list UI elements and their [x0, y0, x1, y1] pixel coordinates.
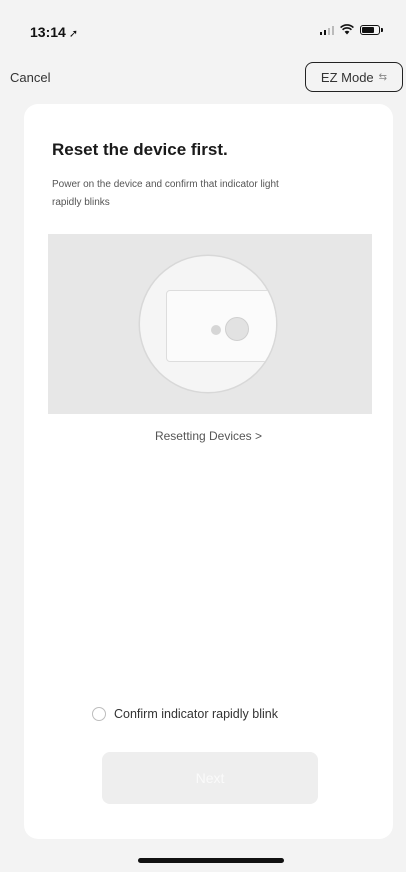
reset-illustration	[48, 234, 372, 414]
cancel-button[interactable]: Cancel	[10, 70, 50, 85]
reset-card: Reset the device first. Power on the dev…	[24, 104, 393, 839]
confirm-radio[interactable]	[92, 707, 106, 721]
battery-icon	[360, 24, 383, 35]
status-icons	[319, 24, 383, 35]
resetting-devices-link[interactable]: Resetting Devices >	[24, 429, 393, 443]
confirm-checkbox-row[interactable]: Confirm indicator rapidly blink	[92, 707, 278, 721]
instruction-text: Power on the device and confirm that ind…	[52, 179, 279, 208]
swap-arrows-icon: ⇆	[378, 71, 388, 83]
signal-icon	[319, 25, 334, 35]
device-illustration	[166, 290, 276, 362]
location-arrow-icon: ➚	[68, 28, 79, 40]
device-zoom-circle	[140, 256, 276, 392]
confirm-label: Confirm indicator rapidly blink	[114, 707, 278, 721]
next-button[interactable]: Next	[102, 752, 318, 804]
home-indicator	[138, 858, 284, 863]
ez-mode-label: EZ Mode	[320, 69, 374, 85]
finger-press-icon	[225, 317, 249, 341]
wifi-icon	[340, 24, 354, 35]
status-time-text: 13:14	[30, 24, 66, 40]
page-title: Reset the device first.	[52, 140, 228, 159]
status-bar: 13:14 ➚	[0, 0, 406, 60]
ez-mode-button[interactable]: EZ Mode ⇆	[305, 62, 403, 92]
status-time: 13:14 ➚	[30, 24, 78, 40]
indicator-light-icon	[211, 325, 221, 335]
